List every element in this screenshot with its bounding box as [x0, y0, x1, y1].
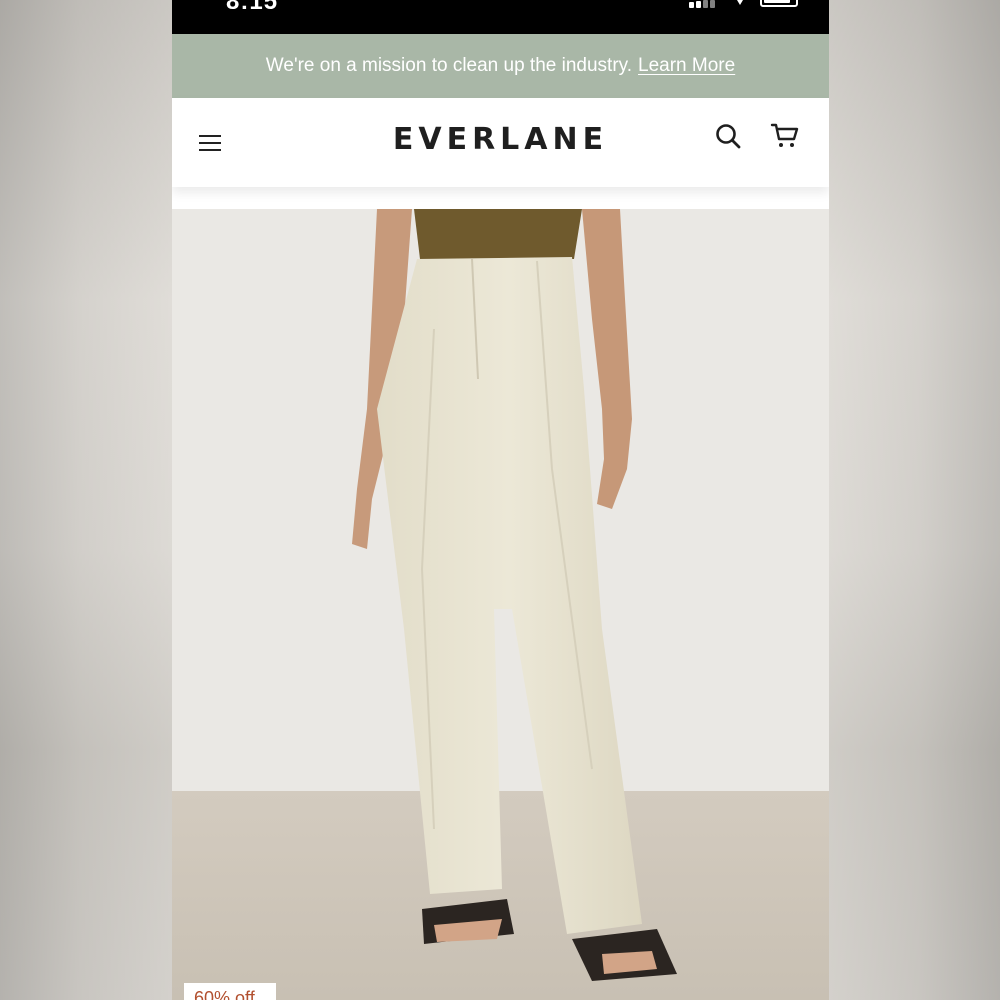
status-bar: 8:15 — [172, 0, 829, 34]
promo-banner: We're on a mission to clean up the indus… — [172, 34, 829, 98]
discount-badge: 60% off — [184, 983, 276, 1000]
cart-icon[interactable] — [770, 121, 800, 151]
signal-icon — [689, 0, 719, 8]
promo-message: We're on a mission to clean up the indus… — [265, 55, 633, 76]
background-right — [828, 0, 1000, 1000]
status-time: 8:15 — [226, 0, 279, 15]
product-image[interactable] — [172, 209, 829, 1000]
background-left — [0, 0, 172, 1000]
wifi-icon — [737, 0, 743, 5]
site-header: EVERLANE — [172, 98, 829, 187]
header-spacer — [172, 187, 829, 209]
product-photo-illustration — [172, 209, 829, 1000]
learn-more-link[interactable]: Learn More — [638, 55, 735, 77]
search-icon[interactable] — [714, 122, 742, 150]
battery-icon — [760, 0, 798, 7]
phone-screen: 8:15 We're on a mission to clean up the … — [172, 0, 829, 1000]
